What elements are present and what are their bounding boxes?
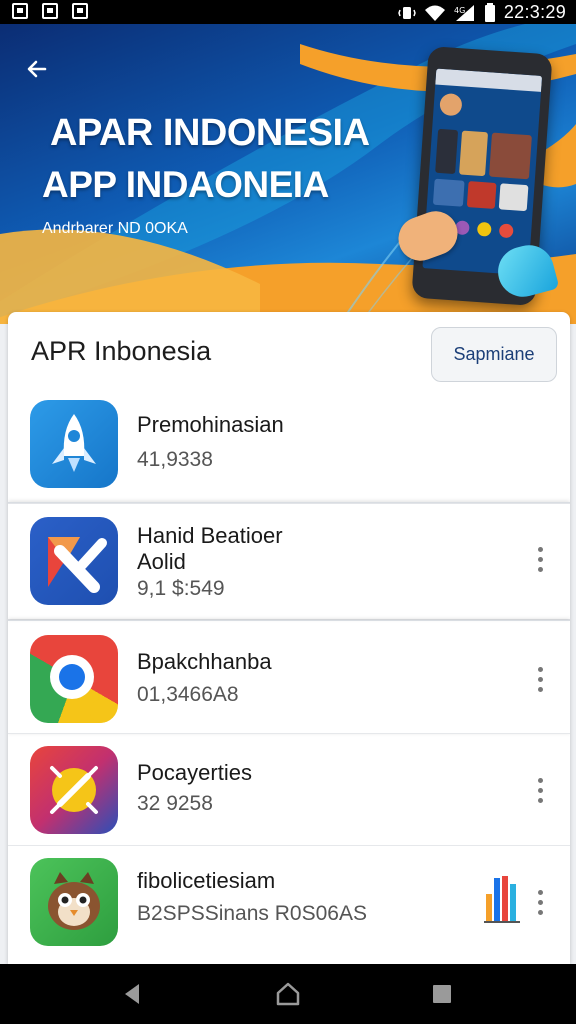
banner-title-line2: APP INDAONEIA [42,164,329,205]
app-name-line2: Aolid [137,549,186,574]
svg-text:4G: 4G [454,6,465,15]
owl-icon [48,872,100,930]
notification-icon [72,3,88,19]
app-meta: B2SPSSinans R0S06AS [137,902,367,925]
status-time: 22:3:29 [503,2,566,22]
rocket-app-icon [30,400,118,488]
phone-thumbnail [498,223,514,239]
battery-icon [484,2,495,22]
notification-icon [12,3,28,19]
app-name: Bpakchhanba [137,649,272,674]
list-item[interactable]: Pocayerties 32 9258 [8,734,570,846]
nav-back-button[interactable] [112,978,152,1010]
browser-ring-icon [50,655,114,723]
hero-banner: APAR INDONESIA APP INDAONEIA Andrbarer N… [0,24,576,324]
arrow-turn-icon [48,537,107,593]
nav-recents-button[interactable] [422,978,462,1010]
app-list-card: APR Inbonesia Sapmiane Premohinasian 41,… [8,312,570,964]
signal-icon: 4G [454,4,474,21]
phone-thumbnail [439,92,463,117]
phone-thumbnail [498,183,529,212]
square-recents-icon [433,985,451,1003]
triangle-back-icon [125,984,139,1004]
app-meta: 41,9338 [137,448,213,471]
owl-app-icon [30,858,118,946]
phone-thumbnail [466,181,497,209]
compass-icon [50,766,98,814]
list-item[interactable]: Hanid Beatioer Aolid 9,1 $:549 [8,502,570,620]
app-name: Pocayerties [137,760,252,785]
system-icons: 4G 22:3:29 [398,2,566,23]
section-title: APR Inbonesia [31,336,212,366]
list-item[interactable]: Bpakchhanba 01,3466A8 [8,620,570,734]
banner-title-line1: APAR INDONESIA [50,112,370,154]
app-name: fibolicetiesiam [137,868,276,893]
vibrate-icon [398,6,416,19]
rocket-icon [52,414,96,472]
list-item[interactable]: fibolicetiesiam B2SPSSinans R0S06AS [8,846,570,964]
arrow-left-icon [27,60,47,78]
app-name: Premohinasian [137,412,284,437]
browser-app-icon [30,635,118,723]
phone-thumbnail [488,132,532,180]
app-name: Hanid Beatioer [137,523,283,548]
status-bar: 4G 22:3:29 [0,0,576,24]
directions-app-icon [30,517,118,605]
notification-icons [12,3,88,19]
overflow-menu-button[interactable] [528,539,552,579]
phone-thumbnail [459,130,489,177]
phone-thumbnail [476,221,492,237]
nav-home-button[interactable] [268,978,308,1010]
home-icon [276,982,300,1006]
overflow-menu-button[interactable] [528,770,552,810]
overflow-menu-button[interactable] [528,659,552,699]
bar-chart-icon [484,876,520,923]
phone-screen-bar [435,68,543,92]
sample-button[interactable]: Sapmiane [431,327,557,382]
list-item[interactable]: Premohinasian 41,9338 [8,392,570,504]
app-meta: 9,1 $:549 [137,577,225,600]
navigation-bar [0,964,576,1024]
phone-thumbnail [432,178,465,207]
notification-icon [42,3,58,19]
app-meta: 01,3466A8 [137,683,239,706]
wifi-icon [424,5,445,21]
overflow-menu-button[interactable] [528,882,552,922]
back-button[interactable] [20,52,54,86]
app-meta: 32 9258 [137,792,213,815]
banner-subtitle: Andrbarer ND 0OKA [42,220,188,237]
phone-thumbnail [435,128,459,175]
compass-app-icon [30,746,118,834]
